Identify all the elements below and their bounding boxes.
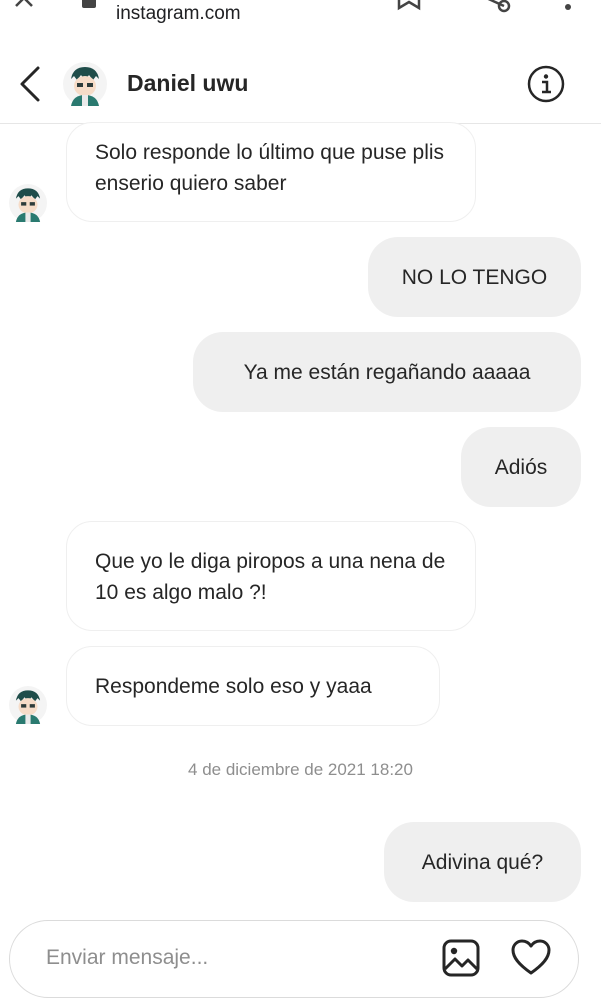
avatar[interactable] [63, 62, 107, 106]
more-menu-icon[interactable] [562, 0, 574, 14]
message-input[interactable] [44, 939, 408, 977]
outgoing-message[interactable]: Ya me están regañando aaaaa [193, 332, 581, 412]
outgoing-message[interactable]: Adivina qué? [384, 822, 581, 902]
url-text[interactable]: instagram.com [116, 3, 241, 25]
info-icon[interactable] [526, 64, 566, 104]
lock-icon [82, 0, 96, 8]
message-composer [9, 920, 579, 998]
outgoing-message[interactable]: Adiós [461, 427, 581, 507]
heart-icon[interactable] [510, 937, 552, 979]
back-icon[interactable] [14, 64, 48, 104]
image-icon[interactable] [440, 937, 482, 979]
message-timestamp: 4 de diciembre de 2021 18:20 [188, 760, 413, 779]
share-icon[interactable] [478, 0, 512, 14]
browser-address-bar: instagram.com [0, 0, 601, 47]
bookmark-icon[interactable] [396, 0, 422, 12]
incoming-message[interactable]: Solo responde lo último que puse plis en… [66, 122, 476, 222]
avatar[interactable] [9, 184, 47, 222]
incoming-message[interactable]: Respondeme solo eso y yaaa [66, 646, 440, 726]
incoming-message[interactable]: Que yo le diga piropos a una nena de 10 … [66, 521, 476, 631]
contact-name[interactable]: Daniel uwu [127, 70, 248, 97]
outgoing-message[interactable]: NO LO TENGO [368, 237, 581, 317]
avatar[interactable] [9, 686, 47, 724]
close-tab-icon[interactable] [12, 0, 40, 12]
